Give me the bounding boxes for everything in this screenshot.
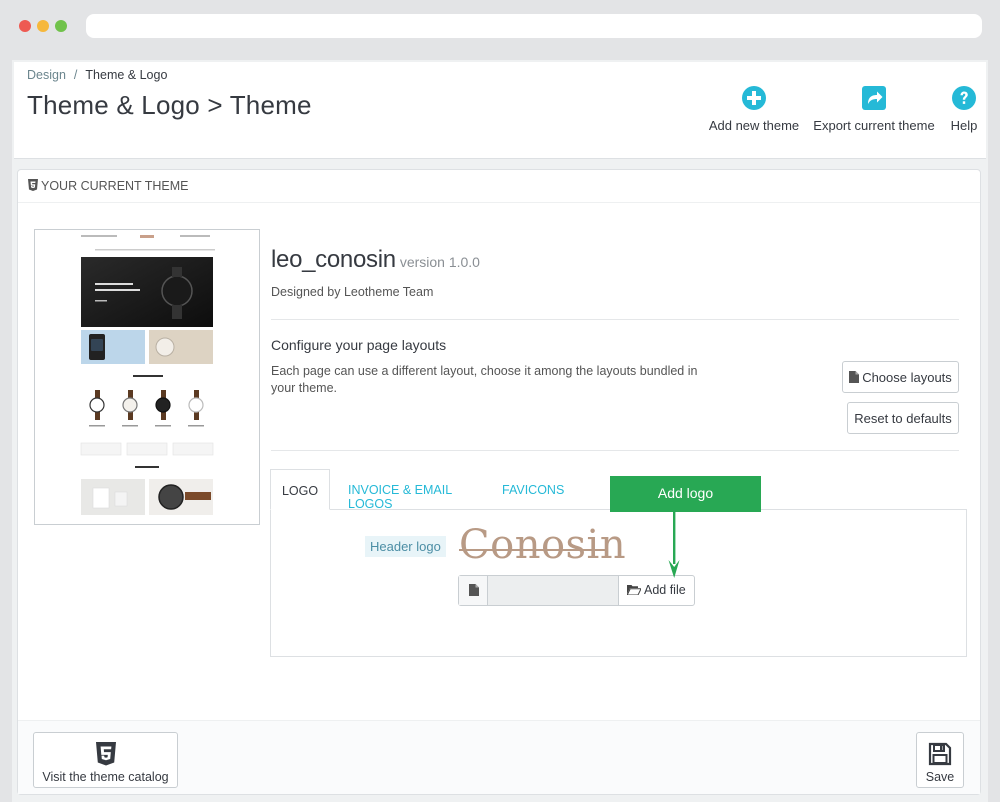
help-button[interactable]: Help	[946, 86, 982, 133]
theme-preview-image	[34, 229, 260, 525]
logo-file-upload: Add file	[458, 575, 695, 606]
browser-chrome	[0, 0, 1000, 52]
help-label: Help	[950, 118, 978, 133]
logo-underline	[459, 549, 607, 551]
export-current-theme-label: Export current theme	[813, 118, 935, 133]
breadcrumb-separator: /	[73, 68, 78, 82]
file-icon	[469, 584, 479, 596]
header-logo-image: Conosin	[459, 522, 627, 568]
share-icon	[862, 86, 886, 110]
add-new-theme-label: Add new theme	[708, 118, 800, 133]
file-addon	[459, 576, 488, 605]
admin-page: Design / Theme & Logo Theme & Logo > Theme…	[12, 60, 988, 802]
tab-invoice-email-logos[interactable]: INVOICE & EMAIL LOGOS	[348, 469, 478, 511]
tab-favicons[interactable]: FAVICONS	[502, 469, 564, 509]
address-bar[interactable]	[86, 14, 982, 38]
save-icon	[928, 742, 952, 766]
logo-tab-content: Header logo Conosin Add file	[270, 509, 967, 657]
add-new-theme-button[interactable]: Add new theme	[706, 86, 802, 133]
file-name-input[interactable]	[488, 576, 619, 605]
window-minimize-dot[interactable]	[37, 20, 49, 32]
breadcrumb-current: Theme & Logo	[85, 68, 168, 82]
plus-circle-icon	[742, 86, 766, 110]
theme-author: Designed by Leotheme Team	[271, 285, 434, 299]
add-file-button[interactable]: Add file	[619, 576, 694, 605]
configure-layouts-title: Configure your page layouts	[271, 337, 447, 353]
theme-name-text: leo_conosin	[271, 246, 396, 273]
folder-open-icon	[626, 585, 642, 596]
panel-heading: YOUR CURRENT THEME	[18, 170, 980, 203]
html5-icon	[28, 179, 38, 191]
divider	[271, 450, 959, 451]
save-button[interactable]: Save	[916, 732, 964, 788]
theme-screenshot-illustration	[35, 230, 259, 524]
choose-layouts-label: Choose layouts	[862, 370, 952, 385]
theme-version: version 1.0.0	[399, 254, 480, 270]
reset-to-defaults-label: Reset to defaults	[854, 411, 952, 426]
question-circle-icon	[952, 86, 976, 110]
visit-theme-catalog-button[interactable]: Visit the theme catalog	[33, 732, 178, 788]
current-theme-panel: YOUR CURRENT THEME leo_conosin version 1…	[17, 169, 981, 795]
breadcrumb-parent[interactable]: Design	[27, 68, 66, 82]
page-title: Theme & Logo > Theme	[27, 90, 312, 120]
configure-layouts-description: Each page can use a different layout, ch…	[271, 364, 698, 395]
header-logo-label: Header logo	[365, 536, 446, 557]
divider	[271, 319, 959, 320]
window-maximize-dot[interactable]	[55, 20, 67, 32]
panel-footer: Visit the theme catalog Save	[18, 720, 980, 794]
panel-heading-label: YOUR CURRENT THEME	[41, 179, 189, 193]
file-icon	[849, 371, 860, 383]
add-logo-callout: Add logo	[610, 476, 761, 512]
save-label: Save	[925, 770, 955, 784]
reset-to-defaults-button[interactable]: Reset to defaults	[847, 402, 959, 434]
visit-theme-catalog-label: Visit the theme catalog	[42, 770, 169, 784]
html5-icon	[95, 742, 116, 766]
add-file-label: Add file	[644, 583, 686, 597]
export-current-theme-button[interactable]: Export current theme	[811, 86, 937, 133]
callout-arrow-icon	[668, 512, 680, 578]
choose-layouts-button[interactable]: Choose layouts	[842, 361, 959, 393]
window-close-dot[interactable]	[19, 20, 31, 32]
tab-logo[interactable]: LOGO	[270, 469, 330, 510]
theme-name: leo_conosin version 1.0.0	[271, 246, 480, 274]
page-header: Design / Theme & Logo Theme & Logo > Theme…	[14, 62, 986, 159]
breadcrumb: Design / Theme & Logo	[27, 68, 167, 82]
